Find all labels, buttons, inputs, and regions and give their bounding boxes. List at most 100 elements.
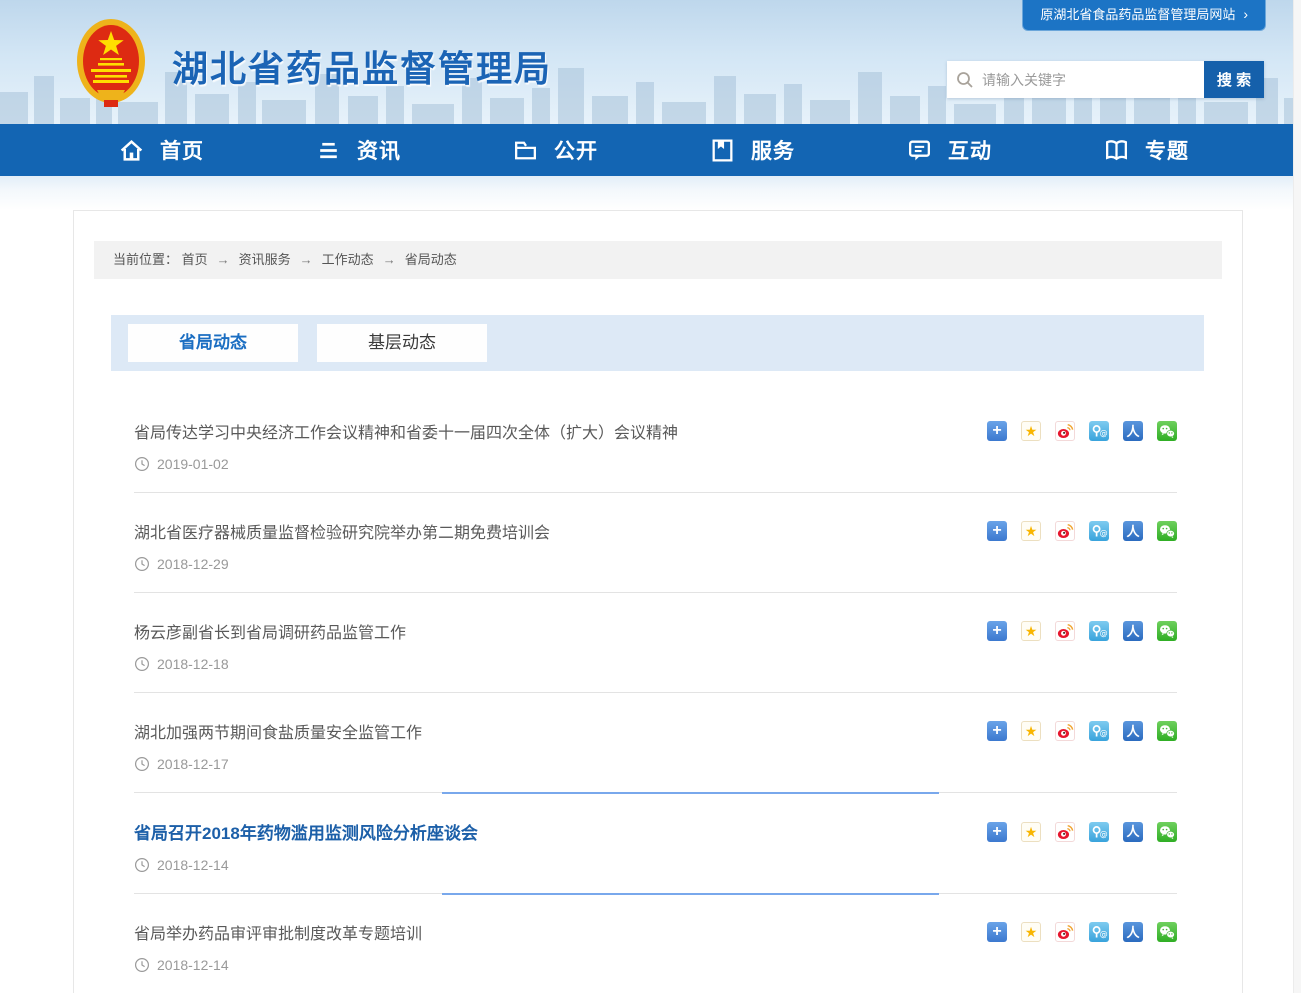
svg-text:@: @ [1100,529,1108,538]
news-date: 2018-12-17 [157,756,229,772]
list-divider [134,893,1177,894]
news-lines-icon [315,137,342,164]
share-plus-icon[interactable]: + [987,621,1007,641]
tencent-weibo-icon[interactable]: @ [1089,721,1109,741]
share-plus-icon[interactable]: + [987,421,1007,441]
open-book-icon [1103,137,1130,164]
search-button[interactable]: 搜 索 [1204,61,1264,98]
site-banner: 湖北省药品监督管理局 原湖北省食品药品监督管理局网站› 搜 索 [0,0,1301,124]
list-divider [134,692,1177,693]
svg-text:@: @ [1100,729,1108,738]
news-title-link[interactable]: 省局传达学习中央经济工作会议精神和省委十一届四次全体（扩大）会议精神 [134,419,678,443]
news-date-row: 2018-12-14 [134,957,1177,973]
breadcrumb-link-2[interactable]: 工作动态 [322,252,374,267]
tencent-weibo-icon[interactable]: @ [1089,521,1109,541]
news-item: 湖北省医疗器械质量监督检验研究院举办第二期免费培训会+★@人2018-12-29 [111,493,1204,593]
news-date: 2018-12-14 [157,957,229,973]
nav-item-interact[interactable]: 互动 [906,135,1103,165]
sina-weibo-icon[interactable] [1055,721,1075,741]
news-title-link[interactable]: 湖北加强两节期间食盐质量安全监管工作 [134,719,422,743]
news-title-link[interactable]: 省局召开2018年药物滥用监测风险分析座谈会 [134,819,478,844]
renren-icon[interactable]: 人 [1123,922,1143,942]
clock-icon [134,556,150,572]
news-date: 2018-12-18 [157,656,229,672]
qzone-icon[interactable]: ★ [1021,621,1041,641]
sina-weibo-icon[interactable] [1055,421,1075,441]
qzone-icon[interactable]: ★ [1021,721,1041,741]
clock-icon [134,456,150,472]
renren-icon[interactable]: 人 [1123,421,1143,441]
wechat-icon[interactable] [1157,922,1177,942]
news-date-row: 2018-12-14 [134,857,1177,873]
nav-item-open[interactable]: 公开 [512,135,709,165]
wechat-icon[interactable] [1157,621,1177,641]
search-input[interactable] [982,72,1195,88]
breadcrumb-separator: → [383,252,396,267]
sina-weibo-icon[interactable] [1055,922,1075,942]
share-buttons: + ★ @ 人 [987,721,1177,741]
news-title-link[interactable]: 省局举办药品审评审批制度改革专题培训 [134,920,422,944]
wechat-icon[interactable] [1157,521,1177,541]
clock-icon [134,656,150,672]
chevron-right-icon: › [1243,6,1248,22]
tencent-weibo-icon[interactable]: @ [1089,822,1109,842]
news-item: 省局传达学习中央经济工作会议精神和省委十一届四次全体（扩大）会议精神 + ★ @ 人 20… [111,393,1204,493]
tab-grassroots[interactable]: 基层动态 [317,324,487,362]
tencent-weibo-icon[interactable]: @ [1089,922,1109,942]
nav-item-home[interactable]: 首页 [118,135,315,165]
page: 湖北省药品监督管理局 原湖北省食品药品监督管理局网站› 搜 索 首页资讯公开服务… [0,0,1301,993]
scrollbar-track[interactable] [1293,0,1301,993]
tencent-weibo-icon[interactable]: @ [1089,621,1109,641]
share-plus-icon[interactable]: + [987,521,1007,541]
breadcrumb-link-0[interactable]: 首页 [182,252,208,267]
breadcrumb-separator: → [217,252,230,267]
qzone-icon[interactable]: ★ [1021,922,1041,942]
nav-item-news[interactable]: 资讯 [315,135,512,165]
chat-bubble-icon [906,137,933,164]
nav-item-label: 资讯 [357,135,401,165]
news-item: 湖北加强两节期间食盐质量安全监管工作 + ★ @ 人 2018-12-17 [111,693,1204,793]
breadcrumb-link-3[interactable]: 省局动态 [405,252,457,267]
news-item: 省局举办药品审评审批制度改革专题培训 + ★ @ 人 2018-12-14 [111,894,1204,993]
news-date-row: 2018-12-17 [134,756,1177,772]
book-bookmark-icon [709,137,736,164]
wechat-icon[interactable] [1157,421,1177,441]
news-title-link[interactable]: 杨云彦副省长到省局调研药品监管工作 [134,619,406,643]
qzone-icon[interactable]: ★ [1021,521,1041,541]
renren-icon[interactable]: 人 [1123,621,1143,641]
site-search: 搜 索 [947,61,1264,98]
sina-weibo-icon[interactable] [1055,621,1075,641]
banner-reflection [0,176,1301,210]
share-plus-icon[interactable]: + [987,822,1007,842]
nav-item-label: 首页 [160,135,204,165]
nav-item-services[interactable]: 服务 [709,135,906,165]
breadcrumb-separator: → [300,252,313,267]
tencent-weibo-icon[interactable]: @ [1089,421,1109,441]
share-plus-icon[interactable]: + [987,721,1007,741]
news-date-row: 2019-01-02 [134,456,1177,472]
list-divider [134,492,1177,493]
sina-weibo-icon[interactable] [1055,822,1075,842]
wechat-icon[interactable] [1157,822,1177,842]
news-title-link[interactable]: 湖北省医疗器械质量监督检验研究院举办第二期免费培训会 [134,519,550,543]
old-site-link-label: 原湖北省食品药品监督管理局网站 [1040,7,1235,22]
nav-item-topics[interactable]: 专题 [1103,135,1300,165]
qzone-icon[interactable]: ★ [1021,822,1041,842]
old-site-link-button[interactable]: 原湖北省食品药品监督管理局网站 › [1022,0,1266,31]
share-plus-icon[interactable]: + [987,922,1007,942]
nav-item-label: 公开 [554,135,598,165]
nav-item-label: 服务 [751,135,795,165]
renren-icon[interactable]: 人 [1123,521,1143,541]
renren-icon[interactable]: 人 [1123,822,1143,842]
qzone-icon[interactable]: ★ [1021,421,1041,441]
svg-text:@: @ [1100,629,1108,638]
list-divider [134,592,1177,593]
breadcrumb-link-1[interactable]: 资讯服务 [239,252,291,267]
breadcrumb-label: 当前位置： [113,252,178,267]
wechat-icon[interactable] [1157,721,1177,741]
renren-icon[interactable]: 人 [1123,721,1143,741]
sina-weibo-icon[interactable] [1055,521,1075,541]
tab-provincial[interactable]: 省局动态 [128,324,298,362]
clock-icon [134,857,150,873]
breadcrumb: 当前位置： 首页 → 资讯服务 → 工作动态 → 省局动态 [94,241,1222,279]
